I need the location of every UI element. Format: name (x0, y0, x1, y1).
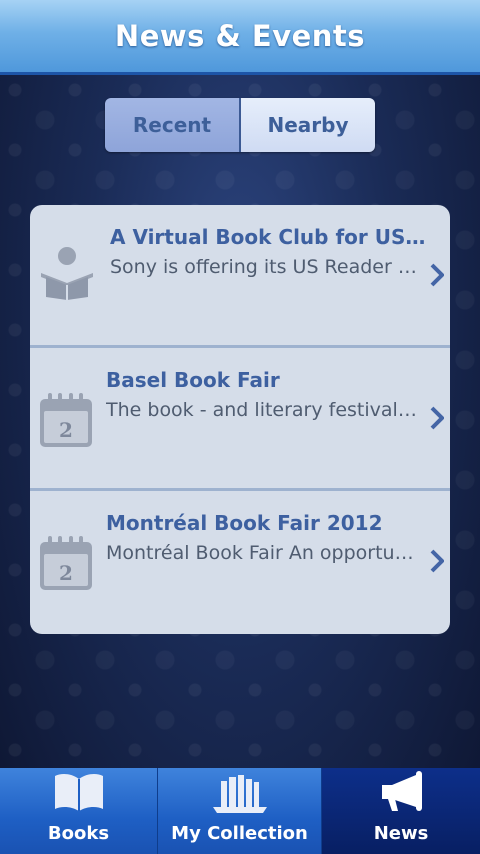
item-description: The book - and literary festival B... (106, 399, 420, 421)
tab-recent[interactable]: Recent (105, 98, 241, 152)
tab-news-label: News (373, 823, 429, 844)
calendar-day: 2 (59, 561, 73, 585)
header-bar: News & Events (0, 0, 480, 75)
item-title: Basel Book Fair (106, 368, 280, 392)
bottom-tab-bar: Books My Collection News (0, 768, 480, 854)
tab-my-collection-label: My Collection (171, 823, 308, 844)
tab-my-collection[interactable]: My Collection (158, 768, 322, 854)
open-book-icon (53, 771, 105, 817)
tab-books-label: Books (47, 823, 110, 844)
megaphone-icon (378, 771, 424, 817)
segmented-control: Recent Nearby (105, 98, 375, 152)
page-title: News & Events (114, 19, 366, 53)
chevron-right-icon (430, 406, 445, 434)
item-title: A Virtual Book Club for US Cus... (110, 225, 430, 249)
list-item[interactable]: 2 Basel Book Fair The book - and literar… (30, 348, 450, 491)
calendar-icon: 2 (38, 534, 94, 596)
tab-nearby[interactable]: Nearby (241, 98, 375, 152)
calendar-icon: 2 (38, 391, 94, 453)
item-description: Sony is offering its US Reader St... (110, 256, 420, 278)
tab-news[interactable]: News (322, 768, 480, 854)
chevron-right-icon (430, 263, 445, 291)
calendar-day: 2 (59, 418, 73, 442)
item-description: Montréal Book Fair An opportuni... (106, 542, 420, 564)
reader-icon (38, 243, 96, 305)
tab-books[interactable]: Books (0, 768, 158, 854)
list-item[interactable]: 2 Montréal Book Fair 2012 Montréal Book … (30, 491, 450, 634)
item-title: Montréal Book Fair 2012 (106, 511, 383, 535)
bookshelf-icon (211, 773, 269, 817)
chevron-right-icon (430, 549, 445, 577)
list-item[interactable]: A Virtual Book Club for US Cus... Sony i… (30, 205, 450, 348)
news-list: A Virtual Book Club for US Cus... Sony i… (30, 205, 450, 634)
